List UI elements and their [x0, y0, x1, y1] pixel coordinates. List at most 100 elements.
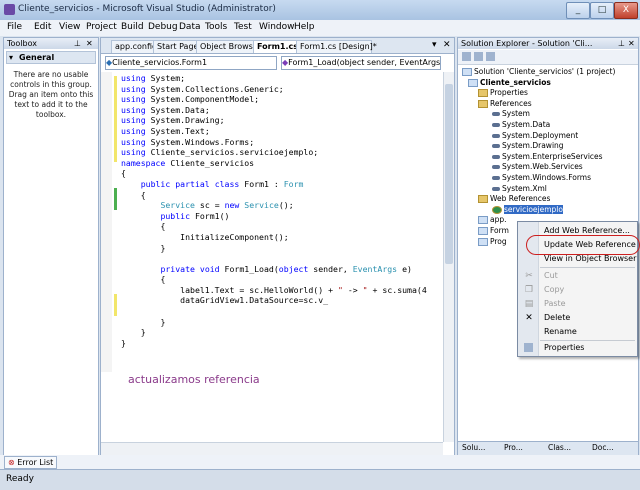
- class-combo[interactable]: ◆Cliente_servicios.Form1: [105, 56, 277, 70]
- tree-item[interactable]: System.Data: [492, 120, 550, 130]
- menu-properties[interactable]: Properties: [518, 341, 637, 355]
- tree-item[interactable]: System: [492, 109, 530, 119]
- solution-bottom-tabs: Solu... Pro... Clas... Doc...: [458, 441, 638, 455]
- close-icon[interactable]: ✕: [628, 38, 635, 49]
- tab-form1-cs[interactable]: Form1.cs*: [253, 40, 302, 53]
- menu-view-in-object-browser[interactable]: View in Object Browser: [518, 252, 637, 266]
- tree-item-label: System.Deployment: [502, 130, 579, 140]
- code-line[interactable]: using System;: [121, 73, 441, 84]
- menu-delete[interactable]: ✕ Delete: [518, 311, 637, 325]
- code-line[interactable]: }: [121, 243, 441, 254]
- tab-app-config[interactable]: app.config: [111, 40, 157, 53]
- reference-icon: [492, 133, 500, 138]
- tree-item[interactable]: System.Xml: [492, 184, 547, 194]
- tab-object-browser[interactable]: Object Browser: [196, 40, 261, 53]
- tab-dropdown-icon[interactable]: ▾: [432, 40, 437, 50]
- tree-item[interactable]: Prog: [478, 237, 507, 247]
- menu-help[interactable]: Help: [291, 22, 318, 32]
- code-line[interactable]: private void Form1_Load(object sender, E…: [121, 264, 441, 275]
- tree-item[interactable]: Properties: [478, 88, 528, 98]
- menu-data[interactable]: Data: [176, 22, 204, 32]
- menu-rename[interactable]: Rename: [518, 325, 637, 339]
- code-line[interactable]: }: [121, 317, 441, 328]
- code-line[interactable]: {: [121, 221, 441, 232]
- menu-item-label: Delete: [544, 313, 571, 322]
- code-line[interactable]: public partial class Form1 : Form: [121, 179, 441, 190]
- tree-item[interactable]: System.Windows.Forms: [492, 173, 591, 183]
- code-line[interactable]: dataGridView1.DataSource=sc.v_: [121, 295, 441, 306]
- code-line[interactable]: {: [121, 274, 441, 285]
- code-line[interactable]: using System.Collections.Generic;: [121, 84, 441, 95]
- code-line[interactable]: [121, 306, 441, 317]
- reference-icon: [492, 186, 500, 191]
- code-line[interactable]: Service sc = new Service();: [121, 200, 441, 211]
- code-line[interactable]: using System.ComponentModel;: [121, 94, 441, 105]
- pin-icon[interactable]: ⊥: [618, 38, 625, 49]
- tree-item[interactable]: References: [478, 99, 532, 109]
- code-line[interactable]: }: [121, 327, 441, 338]
- code-line[interactable]: public Form1(): [121, 211, 441, 222]
- code-line[interactable]: {: [121, 190, 441, 201]
- tree-item[interactable]: servicioejemplo: [492, 204, 563, 215]
- properties-icon[interactable]: [462, 52, 471, 61]
- refresh-icon[interactable]: [486, 52, 495, 61]
- code-line[interactable]: [121, 253, 441, 264]
- menu-copy[interactable]: ❐ Copy: [518, 283, 637, 297]
- tree-item[interactable]: Cliente_servicios: [468, 78, 551, 88]
- show-all-files-icon[interactable]: [474, 52, 483, 61]
- code-line[interactable]: InitializeComponent();: [121, 232, 441, 243]
- menu-build[interactable]: Build: [118, 22, 147, 32]
- status-text: Ready: [6, 474, 34, 484]
- tree-item[interactable]: System.Drawing: [492, 141, 564, 151]
- menu-project[interactable]: Project: [83, 22, 120, 32]
- close-button[interactable]: X: [614, 2, 638, 19]
- tree-item[interactable]: Web References: [478, 194, 550, 204]
- code-text[interactable]: using System; using System.Collections.Ge…: [121, 73, 441, 373]
- class-combo-value: Cliente_servicios.Form1: [112, 58, 208, 67]
- menu-view[interactable]: View: [56, 22, 83, 32]
- code-line[interactable]: using Cliente_servicios.servicioejemplo;: [121, 147, 441, 158]
- tab-solution[interactable]: Solu...: [462, 443, 485, 452]
- code-line[interactable]: using System.Data;: [121, 105, 441, 116]
- code-line[interactable]: namespace Cliente_servicios: [121, 158, 441, 169]
- collapse-icon[interactable]: ▾: [9, 52, 13, 63]
- tab-properties[interactable]: Pro...: [504, 443, 523, 452]
- minimize-button[interactable]: _: [566, 2, 590, 19]
- pin-icon[interactable]: ⊥: [74, 38, 81, 49]
- toolbox-group-general[interactable]: ▾ General: [6, 51, 96, 64]
- toolbox-panel: Toolbox ⊥ ✕ ▾ General There are no usabl…: [3, 37, 99, 457]
- vertical-scrollbar[interactable]: [443, 72, 454, 442]
- member-combo[interactable]: ◆Form1_Load(object sender, EventArgs e): [281, 56, 441, 70]
- menu-cut[interactable]: ✂ Cut: [518, 269, 637, 283]
- tab-class-view[interactable]: Clas...: [548, 443, 571, 452]
- maximize-button[interactable]: □: [590, 2, 614, 19]
- code-line[interactable]: using System.Windows.Forms;: [121, 137, 441, 148]
- menu-paste[interactable]: ▤ Paste: [518, 297, 637, 311]
- tree-item[interactable]: System.EnterpriseServices: [492, 152, 603, 162]
- tab-form1-design[interactable]: Form1.cs [Design]*: [296, 40, 377, 53]
- code-line[interactable]: using System.Drawing;: [121, 115, 441, 126]
- tree-item[interactable]: app.: [478, 215, 507, 225]
- tree-item[interactable]: Solution 'Cliente_servicios' (1 project): [462, 67, 615, 77]
- error-list-tab[interactable]: ⊗ Error List: [4, 456, 58, 469]
- code-line[interactable]: using System.Text;: [121, 126, 441, 137]
- code-line[interactable]: label1.Text = sc.HelloWorld() + " -> " +…: [121, 285, 441, 296]
- tree-item[interactable]: Form: [478, 226, 509, 236]
- menu-file[interactable]: File: [4, 22, 25, 32]
- tab-start-page[interactable]: Start Page: [153, 40, 198, 53]
- solution-toolbar: [458, 50, 638, 65]
- folder-icon: [478, 99, 488, 108]
- horizontal-scrollbar[interactable]: [101, 442, 443, 455]
- tab-document-outline[interactable]: Doc...: [592, 443, 614, 452]
- scroll-thumb[interactable]: [445, 84, 453, 264]
- menu-edit[interactable]: Edit: [31, 22, 54, 32]
- tree-item[interactable]: System.Deployment: [492, 131, 578, 141]
- menu-test[interactable]: Test: [231, 22, 255, 32]
- code-line[interactable]: {: [121, 168, 441, 179]
- tree-item[interactable]: System.Web.Services: [492, 162, 583, 172]
- close-tab-icon[interactable]: ✕: [443, 40, 451, 50]
- reference-icon: [492, 165, 500, 170]
- code-line[interactable]: }: [121, 338, 441, 349]
- menu-tools[interactable]: Tools: [202, 22, 230, 32]
- close-icon[interactable]: ✕: [86, 38, 93, 49]
